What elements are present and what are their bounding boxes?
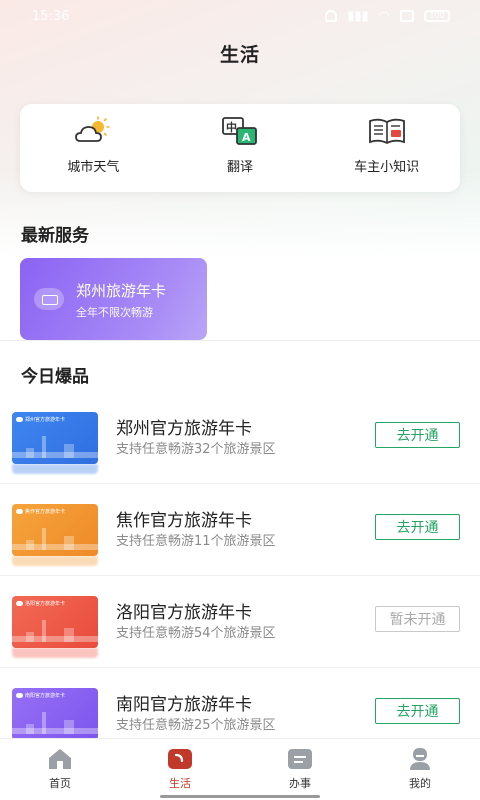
quick-action-label: 车主小知识 bbox=[354, 160, 420, 175]
service-card-zhengzhou[interactable]: 郑州旅游年卡 全年不限次畅游 bbox=[20, 258, 207, 340]
logo-icon bbox=[16, 693, 23, 698]
tab-label: 办事 bbox=[289, 777, 311, 790]
product-thumbnail: 郑州官方旅游年卡 bbox=[12, 412, 98, 464]
product-subtitle: 支持任意畅游11个旅游景区 bbox=[116, 534, 276, 549]
product-item[interactable]: 郑州官方旅游年卡 郑州官方旅游年卡 支持任意畅游32个旅游景区 去开通 bbox=[0, 404, 480, 484]
notification-icon bbox=[325, 10, 338, 22]
product-thumbnail: 洛阳官方旅游年卡 bbox=[12, 596, 98, 648]
card-icon bbox=[34, 288, 64, 310]
sim-icon bbox=[400, 10, 414, 22]
tab-label: 我的 bbox=[409, 777, 431, 790]
page-title: 生活 bbox=[219, 44, 260, 66]
skyline-decoration bbox=[12, 440, 98, 458]
activate-button[interactable]: 去开通 bbox=[375, 422, 460, 448]
service-card-subtitle: 全年不限次畅游 bbox=[76, 306, 153, 319]
thumbnail-reflection bbox=[12, 464, 98, 474]
life-icon bbox=[168, 749, 192, 769]
thumbnail-reflection bbox=[12, 556, 98, 566]
section-divider bbox=[0, 340, 480, 341]
wifi-icon: ◠ bbox=[378, 8, 390, 24]
logo-icon bbox=[16, 417, 23, 422]
thumbnail-text: 郑州官方旅游年卡 bbox=[25, 417, 66, 423]
thumbnail-label: 郑州官方旅游年卡 bbox=[16, 416, 65, 423]
thumbnail-reflection bbox=[12, 648, 98, 658]
tab-label: 首页 bbox=[49, 777, 71, 790]
product-title: 南阳官方旅游年卡 bbox=[116, 695, 252, 715]
logo-icon bbox=[16, 601, 23, 606]
svg-text:A: A bbox=[242, 131, 251, 144]
status-bar: 15:36 ▮▮▮ ◠ 100 bbox=[0, 0, 480, 32]
status-time: 15:36 bbox=[32, 8, 70, 24]
bottom-tab-bar: 首页 生活 办事 我的 bbox=[0, 738, 480, 800]
thumbnail-label: 南阳官方旅游年卡 bbox=[16, 692, 65, 699]
quick-action-translate[interactable]: 中 A 翻译 bbox=[167, 104, 314, 192]
product-title: 洛阳官方旅游年卡 bbox=[116, 603, 252, 623]
status-icons: ▮▮▮ ◠ 100 bbox=[325, 10, 450, 23]
quick-action-label: 翻译 bbox=[227, 160, 254, 175]
product-subtitle: 支持任意畅游32个旅游景区 bbox=[116, 442, 276, 457]
translate-icon: 中 A bbox=[222, 117, 257, 145]
home-indicator[interactable] bbox=[160, 795, 320, 798]
logo-icon bbox=[16, 509, 23, 514]
not-available-button[interactable]: 暂未开通 bbox=[375, 606, 460, 632]
thumbnail-label: 洛阳官方旅游年卡 bbox=[16, 600, 65, 607]
home-icon bbox=[49, 749, 71, 769]
thumbnail-label: 焦作官方旅游年卡 bbox=[16, 508, 65, 515]
thumbnail-text: 南阳官方旅游年卡 bbox=[25, 693, 66, 699]
service-card-title: 郑州旅游年卡 bbox=[76, 282, 167, 300]
tab-label: 生活 bbox=[169, 777, 191, 790]
book-icon bbox=[368, 118, 405, 145]
thumbnail-text: 焦作官方旅游年卡 bbox=[25, 509, 66, 515]
activate-button[interactable]: 去开通 bbox=[375, 514, 460, 540]
product-item[interactable]: 焦作官方旅游年卡 焦作官方旅游年卡 支持任意畅游11个旅游景区 去开通 bbox=[0, 496, 480, 576]
activate-button[interactable]: 去开通 bbox=[375, 698, 460, 724]
tab-home[interactable]: 首页 bbox=[0, 739, 120, 800]
quick-action-label: 城市天气 bbox=[67, 160, 120, 175]
quick-actions-card: 城市天气 中 A 翻译 车主小知识 bbox=[20, 104, 460, 192]
quick-action-car-tips[interactable]: 车主小知识 bbox=[313, 104, 460, 192]
tab-profile[interactable]: 我的 bbox=[360, 739, 480, 800]
product-thumbnail: 南阳官方旅游年卡 bbox=[12, 688, 98, 740]
section-title-latest: 最新服务 bbox=[21, 226, 89, 246]
tab-life[interactable]: 生活 bbox=[120, 739, 240, 800]
quick-action-weather[interactable]: 城市天气 bbox=[20, 104, 167, 192]
product-subtitle: 支持任意畅游25个旅游景区 bbox=[116, 718, 276, 733]
product-thumbnail: 焦作官方旅游年卡 bbox=[12, 504, 98, 556]
skyline-decoration bbox=[12, 716, 98, 734]
thumbnail-text: 洛阳官方旅游年卡 bbox=[25, 601, 66, 607]
svg-text:中: 中 bbox=[226, 120, 237, 134]
battery-icon: 100 bbox=[424, 10, 450, 22]
profile-icon bbox=[410, 748, 430, 770]
skyline-decoration bbox=[12, 624, 98, 642]
section-title-hot: 今日爆品 bbox=[21, 367, 89, 387]
tab-service[interactable]: 办事 bbox=[240, 739, 360, 800]
signal-icon: ▮▮▮ bbox=[347, 8, 369, 24]
skyline-decoration bbox=[12, 532, 98, 550]
service-icon bbox=[288, 749, 312, 769]
product-title: 郑州官方旅游年卡 bbox=[116, 419, 252, 439]
product-subtitle: 支持任意畅游54个旅游景区 bbox=[116, 626, 276, 641]
weather-cloud-sun-icon bbox=[75, 116, 111, 142]
product-title: 焦作官方旅游年卡 bbox=[116, 511, 252, 531]
product-item[interactable]: 洛阳官方旅游年卡 洛阳官方旅游年卡 支持任意畅游54个旅游景区 暂未开通 bbox=[0, 588, 480, 668]
